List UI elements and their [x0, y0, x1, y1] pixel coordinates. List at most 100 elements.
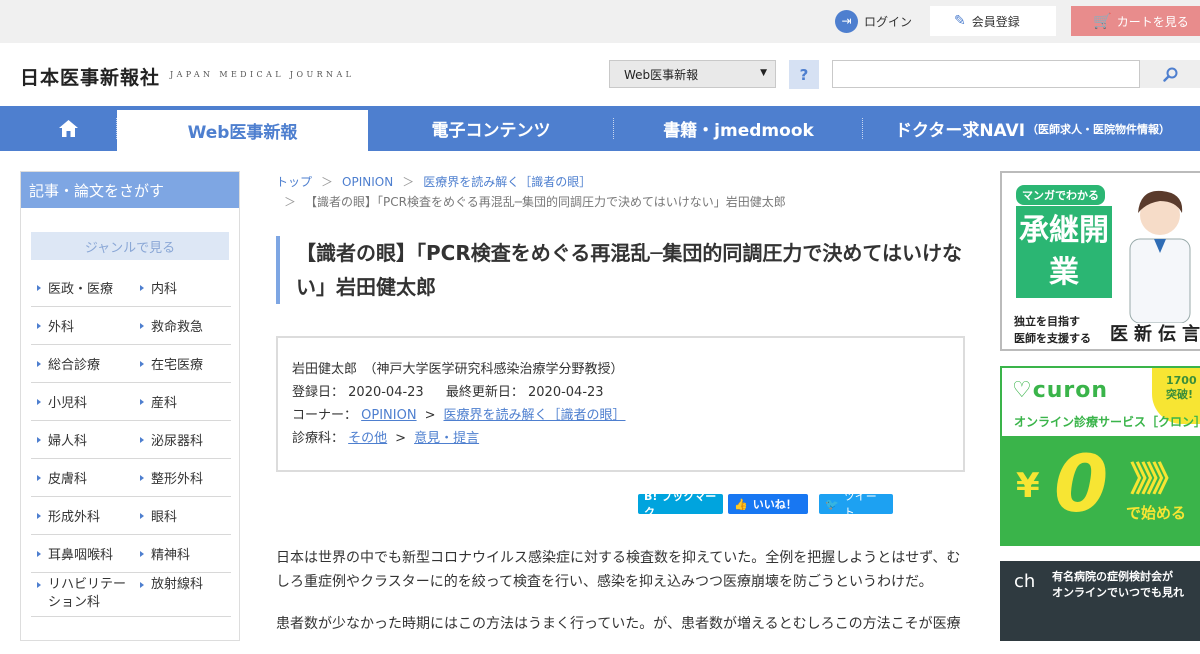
ad-banner-curon[interactable]: ♡curon 1700 突破! オンライン診療サービス［クロン］ ¥ 0 》》》… [1000, 366, 1200, 546]
ad2-zero: 0 [1054, 440, 1109, 530]
nav-doctor-navi-sub: （医師求人・医院物件情報） [1027, 122, 1171, 136]
nav-books[interactable]: 書籍・jmedmook [614, 106, 863, 151]
breadcrumb-top[interactable]: トップ [276, 175, 312, 189]
nav-doctor-navi[interactable]: ドクター求NAVI （医師求人・医院物件情報） [863, 106, 1200, 151]
ad1-subtext: 独立を目指す 医師を支援する [1014, 313, 1091, 347]
article-body: 日本は世界の中でも新型コロナウイルス感染症に対する検査数を抑えていた。全例を把握… [276, 546, 966, 654]
ad-banner-succession[interactable]: マンガでわかる 承継開業 独立を目指す 医師を支援する 医新伝言 [1000, 171, 1200, 351]
genre-link[interactable]: 内科 [134, 269, 231, 306]
corner-link-shikisha[interactable]: 医療界を読み解く［識者の眼］ [443, 408, 625, 423]
genre-link[interactable]: 精神科 [134, 535, 231, 572]
login-link[interactable]: ⇥ ログイン [835, 9, 912, 33]
login-icon: ⇥ [835, 9, 858, 33]
nav-e-contents[interactable]: 電子コンテンツ [368, 106, 614, 151]
ad1-sub-line2: 医師を支援する [1014, 332, 1091, 345]
twitter-tweet-button[interactable]: 🐦 ツイート [819, 490, 893, 519]
ad2-badge-count: 1700 [1166, 374, 1197, 387]
breadcrumb-separator: ＞ [402, 175, 415, 189]
utility-bar: ⇥ ログイン ✎ 会員登録 🛒 カートを見る [0, 0, 1200, 43]
cart-button[interactable]: 🛒 カートを見る [1071, 6, 1200, 36]
help-button[interactable]: ? [789, 60, 819, 89]
cart-label: カートを見る [1116, 14, 1189, 29]
genre-link[interactable]: 在宅医療 [134, 345, 231, 382]
genre-link[interactable]: 医政・医療 [31, 269, 128, 306]
site-logo[interactable]: 日本医事新報社 [20, 63, 160, 90]
field-link-opinion[interactable]: 意見・提言 [414, 431, 479, 446]
updated-date: 2020-04-23 [528, 385, 604, 400]
ad1-pill: マンガでわかる [1016, 185, 1105, 205]
search-sidebar: 記事・論文をさがす ジャンルで見る 医政・医療 内科 外科 救命救急 総合診療 在宅医… [20, 171, 240, 641]
search-icon [1162, 67, 1177, 82]
breadcrumb-opinion[interactable]: OPINION [342, 175, 393, 189]
field-link-other[interactable]: その他 [348, 431, 387, 446]
ad2-yen: ¥ [1016, 466, 1040, 506]
twitter-tweet-label: ツイート [843, 490, 877, 519]
genre-heading[interactable]: ジャンルで見る [31, 232, 229, 260]
genre-link[interactable]: 皮膚科 [31, 459, 128, 496]
doctor-illustration [1129, 190, 1191, 323]
site-logo-subtitle: JAPAN MEDICAL JOURNAL [170, 70, 355, 79]
article-title: 【識者の眼】「PCR検査をめぐる再混乱─集団的同調圧力で決めてはいけない」岩田健… [276, 236, 966, 304]
genre-link[interactable]: 産科 [134, 383, 231, 420]
corner-link-opinion[interactable]: OPINION [361, 408, 416, 423]
genre-link[interactable]: 小児科 [31, 383, 128, 420]
article-paragraph: 患者数が少なかった時期にはこの方法はうまく行っていた。が、患者数が増えるとむしろ… [276, 616, 961, 632]
facebook-like-label: いいね！ [752, 498, 797, 511]
ad1-big-text: 承継開業 [1016, 206, 1112, 298]
hatena-bookmark-button[interactable]: B! ブックマーク [638, 490, 723, 519]
article-dates: 登録日： 2020-04-23 最終更新日： 2020-04-23 [292, 381, 963, 404]
site-select[interactable]: Web医事新報 ▼ [609, 60, 776, 88]
site-header: 日本医事新報社 JAPAN MEDICAL JOURNAL Web医事新報 ▼ … [0, 43, 1200, 106]
genre-link[interactable]: 形成外科 [31, 497, 128, 534]
ad3-logo: ch [1014, 571, 1036, 592]
ad2-badge-text: 突破! [1166, 388, 1194, 401]
sidebar-title: 記事・論文をさがす [21, 172, 239, 208]
corner-label: コーナー： [292, 408, 358, 423]
twitter-bird-icon: 🐦 [825, 497, 839, 511]
article-corner: コーナー： OPINION > 医療界を読み解く［識者の眼］ [292, 404, 963, 427]
facebook-like-button[interactable]: 👍 いいね！ [728, 494, 808, 514]
nav-doctor-navi-label: ドクター求NAVI [895, 121, 1026, 141]
site-select-value: Web医事新報 [624, 67, 699, 82]
genre-link[interactable]: 放射線科 [134, 573, 231, 616]
genre-link[interactable]: 泌尿器科 [134, 421, 231, 458]
field-label: 診療科： [292, 431, 345, 446]
genre-list: 医政・医療 内科 外科 救命救急 総合診療 在宅医療 小児科 産科 婦人科 泌尿器科 皮膚… [31, 269, 231, 617]
updated-label: 最終更新日： [445, 385, 524, 400]
cart-icon: 🛒 [1093, 12, 1112, 30]
main-nav: Web医事新報 電子コンテンツ 書籍・jmedmook ドクター求NAVI （医… [0, 106, 1200, 151]
genre-link[interactable]: 総合診療 [31, 345, 128, 382]
nav-web-ijishinpo[interactable]: Web医事新報 [117, 110, 368, 151]
ad-banner-case-conference[interactable]: ch 有名病院の症例検討会が オンラインでいつでも見れ [1000, 561, 1200, 641]
meta-separator: > [424, 408, 436, 423]
login-label: ログイン [864, 14, 913, 29]
register-label: 会員登録 [971, 14, 1020, 29]
register-button[interactable]: ✎ 会員登録 [930, 6, 1056, 36]
genre-link[interactable]: 外科 [31, 307, 128, 344]
ad3-text: 有名病院の症例検討会が オンラインでいつでも見れ [1052, 569, 1184, 601]
chevron-down-icon: ▼ [760, 68, 767, 78]
genre-link[interactable]: 眼科 [134, 497, 231, 534]
genre-link[interactable]: 整形外科 [134, 459, 231, 496]
ad3-line1: 有名病院の症例検討会が [1052, 570, 1173, 583]
article-author: 岩田健太郎 （神戸大学医学研究科感染治療学分野教授） [292, 362, 624, 377]
ad2-green-panel: ¥ 0 》》》 で始める [1002, 436, 1200, 544]
genre-link[interactable]: リハビリテーション科 [31, 573, 128, 616]
search-input[interactable] [832, 60, 1140, 88]
ad3-line2: オンラインでいつでも見れ [1052, 586, 1184, 599]
meta-separator: > [395, 431, 407, 446]
ad1-brand: 医新伝言 [1110, 324, 1200, 345]
nav-home[interactable] [20, 106, 117, 151]
registered-label: 登録日： [292, 385, 345, 400]
breadcrumb-separator: ＞ [321, 175, 334, 189]
breadcrumb-corner[interactable]: 医療界を読み解く［識者の眼］ [423, 175, 591, 189]
ad1-sub-line1: 独立を目指す [1014, 315, 1080, 328]
breadcrumb-current: 【識者の眼】「PCR検査をめぐる再混乱─集団的同調圧力で決めてはいけない」岩田健… [305, 195, 786, 209]
registered-date: 2020-04-23 [348, 385, 424, 400]
genre-link[interactable]: 救命救急 [134, 307, 231, 344]
breadcrumb-separator: ＞ [284, 195, 297, 209]
genre-link[interactable]: 婦人科 [31, 421, 128, 458]
genre-link[interactable]: 耳鼻咽喉科 [31, 535, 128, 572]
home-icon [59, 120, 78, 137]
search-button[interactable] [1140, 60, 1200, 88]
